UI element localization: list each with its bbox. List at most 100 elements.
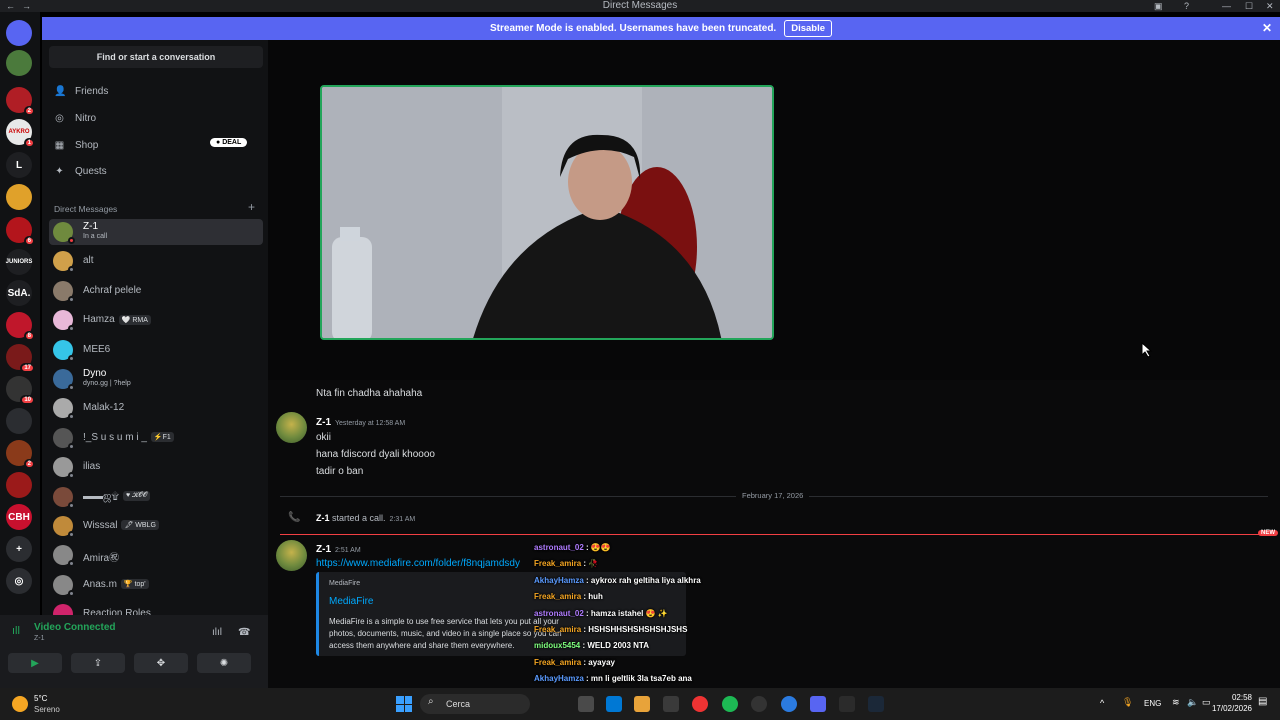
server-icon-15[interactable]: CBH: [6, 504, 32, 530]
disconnect-icon[interactable]: ☎: [238, 627, 250, 638]
add-server-icon[interactable]: +: [6, 536, 32, 562]
steam-icon[interactable]: [868, 696, 884, 712]
search-icon: ⌕: [428, 696, 434, 707]
discord-icon[interactable]: [6, 20, 32, 46]
server-icon-9[interactable]: 8: [6, 312, 35, 341]
dm-item[interactable]: Z-1 In a call: [49, 219, 263, 245]
server-icon-2[interactable]: 2: [6, 87, 35, 116]
chrome-icon[interactable]: [692, 696, 708, 712]
notification-icon[interactable]: ▤: [1258, 696, 1267, 707]
discord-taskbar-icon[interactable]: [810, 696, 826, 712]
edge-icon[interactable]: [606, 696, 622, 712]
dm-item[interactable]: !_S u s u m i _ ⚡F1: [49, 425, 263, 451]
taskbar-search[interactable]: Cerca: [420, 694, 530, 714]
nav-quests[interactable]: ✦ Quests: [54, 161, 106, 181]
inbox-icon[interactable]: ▣: [1154, 0, 1163, 12]
overlay-chat-line: AkhayHamza : mn li geltlik 3la tsa7eb an…: [534, 674, 692, 683]
server-icon-5[interactable]: [6, 184, 32, 210]
dm-name: Hamza 🤍 RMA: [83, 314, 151, 325]
overlay-chat-line: Freak_amira : huh: [534, 592, 603, 601]
voice-status: Video Connected: [34, 622, 116, 633]
wifi-icon[interactable]: ≋: [1172, 697, 1180, 708]
user-tag: 🤍 RMA: [118, 314, 151, 325]
spotify-icon[interactable]: [722, 696, 738, 712]
microphone-icon[interactable]: 🎙: [1122, 697, 1133, 708]
task-view-icon[interactable]: [578, 696, 594, 712]
overlay-chat-line: astronaut_02 : 😍😍: [534, 543, 611, 552]
soundboard-button[interactable]: ✺: [197, 653, 251, 673]
server-icon-7[interactable]: JUNIORS: [6, 249, 32, 275]
dm-name: MEE6: [83, 343, 111, 355]
obs-icon[interactable]: [839, 696, 855, 712]
embed-title[interactable]: MediaFire: [329, 596, 373, 607]
overlay-chat-line: midoux5454 : WELD 2003 NTA: [534, 641, 649, 650]
nav-friends[interactable]: 👤 Friends: [54, 81, 108, 101]
nav-nitro[interactable]: ◎ Nitro: [54, 108, 96, 128]
clock-date[interactable]: 17/02/2026: [1206, 704, 1252, 713]
server-icon-1[interactable]: [6, 50, 32, 76]
dm-item[interactable]: ▬▬ஜ۩ ♥ 𝓚𝓞𝓞: [49, 484, 263, 510]
soundboard-icon[interactable]: ılıl: [212, 627, 222, 638]
message-author[interactable]: Z-1 Yesterday at 12:58 AM: [316, 417, 405, 428]
dm-item[interactable]: Dyno dyno.gg | ?help: [49, 366, 263, 392]
clock-time[interactable]: 02:58: [1222, 693, 1252, 702]
nav-shop[interactable]: ▦ Shop: [54, 135, 99, 155]
dm-item[interactable]: Anas.m 🏆 top': [49, 572, 263, 598]
dm-item[interactable]: Amira㊗: [49, 542, 263, 568]
dm-item[interactable]: Achraf pelele: [49, 278, 263, 304]
server-icon-11[interactable]: 10: [6, 376, 35, 405]
camera-button[interactable]: ▶: [8, 653, 62, 673]
avatar: [53, 339, 75, 362]
banner-close-icon[interactable]: ✕: [1262, 21, 1272, 35]
avatar[interactable]: [276, 540, 307, 571]
video-stream[interactable]: [320, 85, 774, 340]
server-icon-3[interactable]: AYKRO 1: [6, 119, 35, 148]
find-conversation-button[interactable]: Find or start a conversation: [49, 46, 263, 68]
overlay-chat-line: Freak_amira : 🥀: [534, 559, 598, 568]
server-icon-14[interactable]: [6, 472, 32, 498]
close-window-button[interactable]: ✕: [1266, 0, 1274, 12]
maximize-button[interactable]: ☐: [1245, 0, 1253, 12]
create-dm-icon[interactable]: +: [248, 200, 255, 214]
disable-streamer-mode-button[interactable]: Disable: [784, 20, 832, 37]
avatar: [53, 457, 75, 480]
start-button[interactable]: [396, 696, 412, 712]
chrome-profile-icon[interactable]: [781, 696, 797, 712]
message-link[interactable]: https://www.mediafire.com/folder/f8nqjam…: [316, 558, 520, 569]
nav-label: Nitro: [75, 112, 97, 124]
help-icon[interactable]: ?: [1184, 0, 1189, 12]
dm-item[interactable]: MEE6: [49, 337, 263, 363]
discover-icon[interactable]: ◎: [6, 568, 32, 594]
window-title: Direct Messages: [602, 0, 678, 11]
user-tag: 🏆 top': [120, 579, 149, 590]
dm-item[interactable]: Hamza 🤍 RMA: [49, 307, 263, 333]
overlay-message: : 🥀: [581, 559, 599, 569]
status-indicator: [68, 560, 75, 568]
minimize-button[interactable]: —: [1222, 0, 1231, 12]
status-indicator: [68, 413, 75, 421]
screen-share-button[interactable]: ⇪: [71, 653, 125, 673]
avatar[interactable]: [276, 412, 307, 443]
server-icon-10[interactable]: 17: [6, 344, 35, 373]
server-icon-12[interactable]: [6, 408, 32, 434]
server-icon-4[interactable]: L: [6, 152, 32, 178]
dm-name: Dyno: [83, 368, 107, 379]
dm-item[interactable]: Malak-12: [49, 395, 263, 421]
server-icon-8[interactable]: SdA.: [6, 280, 32, 306]
tray-overflow-icon[interactable]: ^: [1100, 698, 1104, 708]
language-indicator[interactable]: ENG: [1144, 699, 1161, 708]
dm-item[interactable]: ilias: [49, 454, 263, 480]
activities-button[interactable]: ✥: [134, 653, 188, 673]
server-icon-13[interactable]: 2: [6, 440, 35, 469]
message-author[interactable]: Z-1 2:51 AM: [316, 544, 361, 555]
file-explorer-icon[interactable]: [634, 696, 650, 712]
overlay-message: : mn li geltlik 3la tsa7eb ana: [583, 674, 692, 684]
server-icon-6[interactable]: 6: [6, 217, 35, 246]
dm-item[interactable]: alt: [49, 248, 263, 274]
volume-icon[interactable]: 🔈: [1187, 697, 1198, 708]
message-text: tadir o ban: [316, 466, 364, 477]
media-player-icon[interactable]: [751, 696, 767, 712]
overlay-username: midoux5454: [534, 641, 581, 651]
dm-item[interactable]: Wisssal 🖋 WBLG: [49, 513, 263, 539]
store-icon[interactable]: [663, 696, 679, 712]
